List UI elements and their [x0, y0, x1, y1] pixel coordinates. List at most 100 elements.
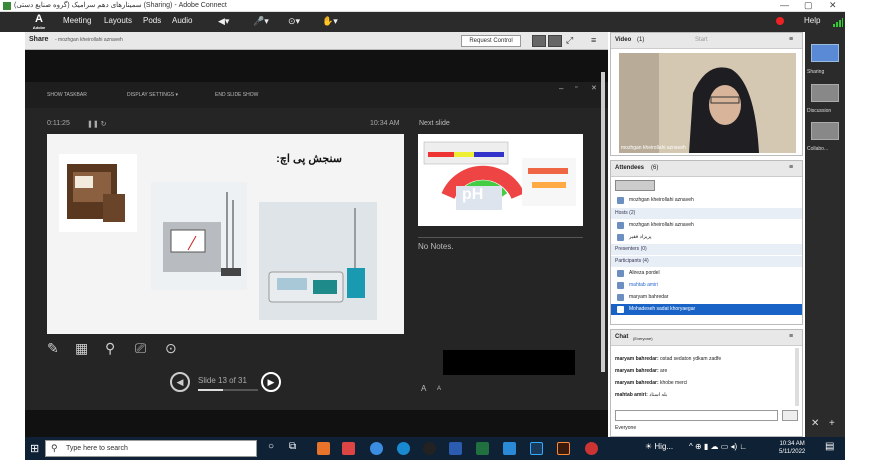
adobe-connect-taskbar-icon[interactable]	[585, 442, 598, 455]
edge-icon[interactable]	[397, 442, 410, 455]
attendee-row[interactable]: mahtab amiri	[611, 280, 802, 291]
view-toggle-icon[interactable]	[615, 180, 655, 191]
tools-icon[interactable]: ✕	[811, 418, 819, 429]
pod-menu-icon[interactable]: ≡	[591, 35, 596, 45]
excel-icon[interactable]	[476, 442, 489, 455]
menu-meeting[interactable]: Meeting	[63, 16, 91, 25]
pod-menu-icon[interactable]: ≡	[789, 164, 793, 171]
add-layout-icon[interactable]: +	[829, 418, 835, 429]
ppt-close-icon[interactable]: ✕	[591, 84, 597, 92]
layout-collaboration-label[interactable]: Collabo...	[807, 146, 828, 152]
share-scrollbar[interactable]	[601, 72, 605, 372]
pod-menu-icon[interactable]: ≡	[789, 36, 793, 43]
taskbar-clock[interactable]: 10:34 AM 5/11/2022	[779, 440, 805, 456]
menu-help[interactable]: Help	[804, 16, 820, 25]
elapsed-timer: 0:11:25	[47, 120, 70, 127]
raise-hand-icon[interactable]: ✋▾	[322, 16, 338, 27]
microphone-icon[interactable]: 🎤▾	[253, 16, 269, 27]
layout-discussion-label[interactable]: Discussion	[807, 108, 831, 114]
window-title: سمینار‌های دهم سرامیک (گروه صنایع دستی) …	[14, 2, 227, 9]
window-title-bar: سمینار‌های دهم سرامیک (گروه صنایع دستی) …	[0, 0, 870, 12]
chat-recipient-tab[interactable]: Everyone	[615, 425, 636, 431]
webcam-icon[interactable]: ⊙▾	[288, 16, 300, 27]
notifications-icon[interactable]: ▤	[825, 441, 834, 452]
maximize-button[interactable]: ▢	[804, 0, 813, 11]
layout-sharing-label[interactable]: Sharing	[807, 69, 824, 75]
presenter-name: - mozhgan kheirollahi aznaveh	[55, 37, 123, 43]
current-slide: سنجش پی اچ:	[47, 134, 404, 334]
chat-scrollbar[interactable]	[795, 348, 799, 406]
video-count: (1)	[637, 37, 645, 43]
speaker-notes: No Notes.	[418, 242, 454, 251]
display-settings-button[interactable]: DISPLAY SETTINGS ▾	[127, 92, 178, 98]
ppt-restore-icon[interactable]: ▫	[575, 84, 577, 91]
app-icon-red[interactable]	[342, 442, 355, 455]
menu-audio[interactable]: Audio	[172, 16, 192, 25]
layout-collaboration-icon[interactable]	[811, 122, 839, 140]
pod-menu-icon[interactable]: ≡	[789, 333, 793, 340]
increase-font-button[interactable]: A	[421, 384, 426, 393]
slide-title: سنجش پی اچ:	[276, 153, 342, 165]
participants-section[interactable]: Participants (4)	[611, 256, 802, 267]
windows-start-icon[interactable]: ⊞	[30, 442, 39, 455]
pause-timer-icon[interactable]: ❚❚ ↻	[87, 120, 107, 128]
next-slide-button[interactable]: ▶	[261, 372, 281, 392]
firefox-icon[interactable]	[317, 442, 330, 455]
pen-tool-icon[interactable]: ✎	[47, 340, 59, 357]
weather-widget[interactable]: ☀ Hig...	[645, 442, 673, 451]
word-icon[interactable]	[449, 442, 462, 455]
attendees-pod-header: Attendees (6) ≡	[611, 161, 802, 177]
menu-bar: A Adobe Meeting Layouts Pods Audio ◀▾ 🎤▾ …	[0, 12, 870, 32]
expand-icon[interactable]: ⤢	[566, 35, 573, 46]
ppt-minimize-icon[interactable]: –	[559, 84, 563, 93]
menu-pods[interactable]: Pods	[143, 16, 161, 25]
hosts-section[interactable]: Hosts (2)	[611, 208, 802, 219]
close-button[interactable]: ✕	[829, 0, 837, 11]
chat-message: maryam bahredar: khobe merci	[615, 380, 688, 386]
layout-sharing-icon[interactable]	[811, 44, 839, 62]
previous-slide-button[interactable]: ◀	[170, 372, 190, 392]
left-margin	[0, 32, 25, 437]
chat-input[interactable]	[615, 410, 778, 421]
chat-message: maryam bahredar: ostad sedaton ydkam zad…	[615, 356, 722, 362]
minimize-button[interactable]: —	[780, 0, 789, 10]
black-screen-icon[interactable]: ⎚	[135, 340, 146, 357]
attendee-row[interactable]: Alireza pordel	[611, 268, 802, 279]
my-status-row[interactable]: mozhgan kheirollahi aznaveh	[611, 195, 802, 206]
video-pod-header: Video (1) Start ≡	[611, 33, 802, 49]
show-taskbar-button[interactable]: SHOW TASKBAR	[47, 92, 87, 98]
powerpoint-presenter-view: SHOW TASKBAR DISPLAY SETTINGS ▾ END SLID…	[25, 82, 608, 410]
cortana-icon[interactable]: ○	[268, 441, 274, 452]
share-pod-title: Share	[29, 36, 49, 43]
attendees-pod: Attendees (6) ≡ mozhgan kheirollahi azna…	[610, 160, 803, 325]
attendee-row-selected[interactable]: Mohadeseh sadat khoryaegar	[611, 304, 802, 315]
see-all-slides-icon[interactable]: ▦	[75, 340, 88, 357]
system-tray-icons[interactable]: ^ ⊕ ▮ ☁ ▭ ◂) ∟	[689, 442, 747, 451]
search-icon: ⚲	[51, 443, 58, 453]
layout-discussion-icon[interactable]	[811, 84, 839, 102]
full-screen-icon[interactable]	[548, 35, 562, 47]
menu-layouts[interactable]: Layouts	[104, 16, 132, 25]
attendee-row[interactable]: maryam bahredar	[611, 292, 802, 303]
attendee-row[interactable]: پریزاد فقیر	[611, 232, 802, 243]
task-view-icon[interactable]: ⧉	[289, 441, 296, 452]
zoom-icon[interactable]: ⚲	[105, 340, 115, 357]
start-video-button[interactable]: Start	[695, 37, 708, 43]
more-options-icon[interactable]: ⊙	[165, 340, 177, 357]
taskbar-search-box[interactable]: ⚲ Type here to search	[45, 440, 257, 457]
app-icon-dark[interactable]	[423, 442, 436, 455]
presenters-section[interactable]: Presenters (0)	[611, 244, 802, 255]
send-message-button[interactable]	[782, 410, 798, 421]
illustrator-icon[interactable]	[557, 442, 570, 455]
speaker-icon[interactable]: ◀▾	[218, 16, 229, 27]
notes-divider	[418, 237, 583, 238]
end-slide-show-button[interactable]: END SLIDE SHOW	[215, 92, 258, 98]
windows-taskbar: ⊞ ⚲ Type here to search ○ ⧉ ☀ Hig... ^ ⊕…	[25, 437, 845, 460]
chrome-icon[interactable]	[370, 442, 383, 455]
decrease-font-button[interactable]: A	[437, 386, 441, 392]
request-control-button[interactable]: Request Control	[461, 35, 521, 47]
photoshop-icon[interactable]	[530, 442, 543, 455]
attendee-row[interactable]: mozhgan kheirollahi aznaveh	[611, 220, 802, 231]
mail-icon[interactable]	[503, 442, 516, 455]
fit-width-icon[interactable]	[532, 35, 546, 47]
